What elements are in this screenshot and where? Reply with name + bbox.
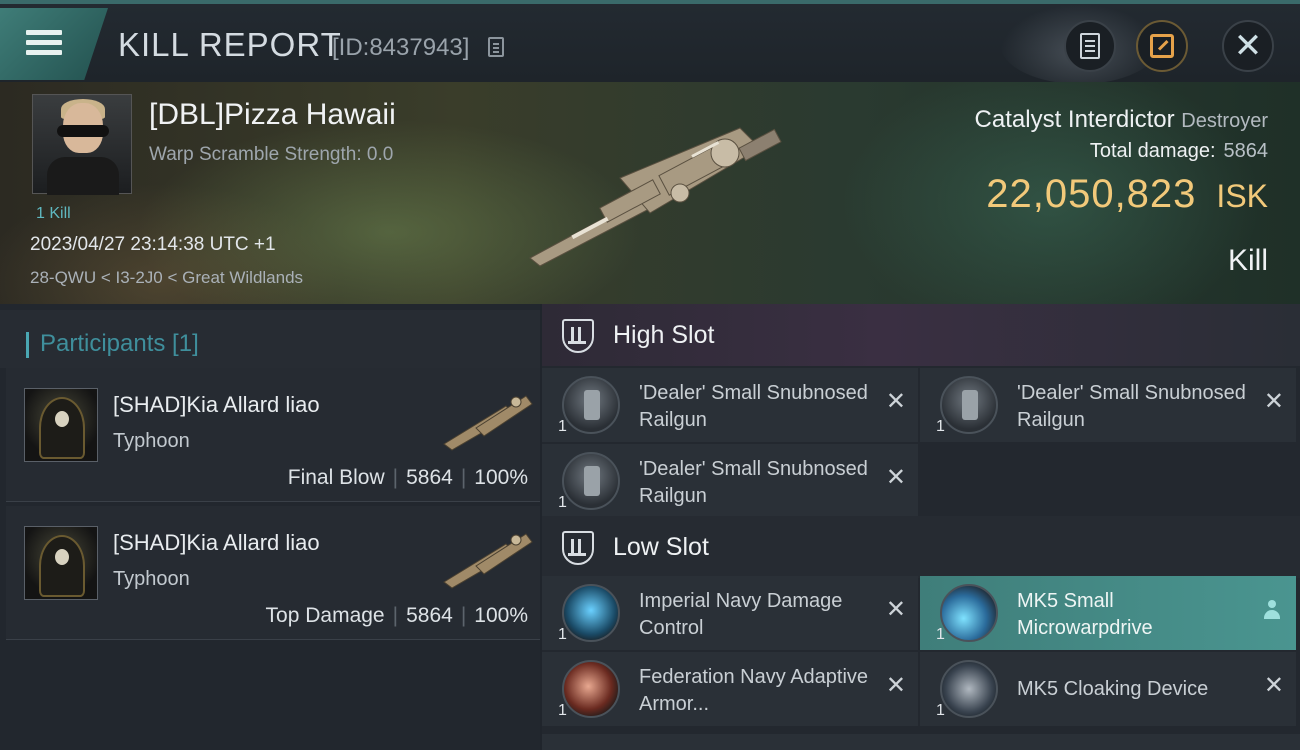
module-name: MK5 Small Microwarpdrive: [1017, 590, 1153, 639]
module-name: Federation Navy Adaptive Armor...: [639, 666, 869, 715]
high-slot-title: High Slot: [613, 321, 715, 349]
typhoon-ship-image: [443, 395, 533, 451]
module-quantity: 1: [558, 494, 567, 511]
railgun-icon: [562, 376, 620, 434]
participant-row[interactable]: [SHAD]Kia Allard liao Typhoon Final Blow…: [6, 368, 540, 502]
report-button[interactable]: [1064, 20, 1116, 72]
close-icon: ✕: [1233, 27, 1263, 65]
close-icon[interactable]: ✕: [886, 390, 906, 414]
kill-result: Kill: [1227, 244, 1268, 277]
section-accent-bar: [26, 332, 29, 358]
railgun-icon: [562, 452, 620, 510]
participants-panel: Participants [1] [SHAD]Kia Allard liao T…: [0, 304, 540, 750]
close-icon[interactable]: ✕: [1264, 674, 1284, 698]
fitting-panel: High Slot 1 'Dealer' Small Snubnosed Rai…: [542, 304, 1300, 750]
participant-damage-percent: 100%: [474, 604, 528, 627]
participant-name: [SHAD]Kia Allard liao: [113, 392, 320, 417]
participant-role: Final Blow: [287, 466, 385, 489]
module-item[interactable]: 1 Federation Navy Adaptive Armor... ✕: [542, 652, 918, 726]
kill-count: 1 Kill: [36, 205, 71, 222]
participant-ship: Typhoon: [113, 568, 190, 590]
module-item[interactable]: 1 Imperial Navy Damage Control ✕: [542, 576, 918, 650]
kill-report-window: KILL REPORT [ID:8437943] ✕ [DBL]Pizza Ha…: [0, 0, 1300, 750]
isk-value: 22,050,823 ISK: [986, 172, 1268, 217]
module-quantity: 1: [558, 626, 567, 643]
isk-amount: 22,050,823: [986, 172, 1197, 216]
module-name: 'Dealer' Small Snubnosed Railgun: [639, 458, 868, 507]
isk-unit: ISK: [1216, 178, 1268, 214]
page-title: KILL REPORT: [118, 26, 342, 63]
close-icon[interactable]: ✕: [886, 466, 906, 490]
participants-title: Participants [1]: [40, 330, 199, 357]
module-item[interactable]: 1 'Dealer' Small Snubnosed Railgun ✕: [542, 368, 918, 442]
participant-avatar[interactable]: [24, 388, 98, 462]
warp-scramble-strength: Warp Scramble Strength: 0.0: [149, 144, 394, 165]
participants-header: Participants [1]: [0, 310, 540, 368]
low-slot-header: Low Slot: [542, 516, 1300, 578]
total-damage-value: 5864: [1223, 140, 1269, 162]
victim-avatar[interactable]: [32, 94, 132, 195]
participant-ship: Typhoon: [113, 430, 190, 452]
participant-damage: 5864: [406, 466, 453, 489]
railgun-icon: [940, 376, 998, 434]
ship-name[interactable]: Catalyst Interdictor Destroyer: [975, 106, 1268, 134]
participant-role: Top Damage: [265, 604, 385, 627]
module-quantity: 1: [936, 702, 945, 719]
module-name: 'Dealer' Small Snubnosed Railgun: [1017, 382, 1246, 431]
document-icon: [1080, 33, 1100, 59]
module-quantity: 1: [936, 418, 945, 435]
low-slot-icon: [562, 531, 594, 565]
module-name: Imperial Navy Damage Control: [639, 590, 843, 639]
microwarpdrive-icon: [940, 584, 998, 642]
victim-name[interactable]: [DBL]Pizza Hawaii: [149, 98, 396, 132]
total-damage: Total damage: 5864: [1090, 140, 1268, 163]
module-item[interactable]: 1 MK5 Cloaking Device ✕: [920, 652, 1296, 726]
menu-icon: [26, 30, 62, 35]
high-slot-header: High Slot: [542, 304, 1300, 366]
close-icon[interactable]: ✕: [886, 674, 906, 698]
total-damage-label: Total damage:: [1089, 140, 1216, 162]
damage-control-icon: [562, 584, 620, 642]
ship-class: Destroyer: [1181, 110, 1268, 132]
participant-name: [SHAD]Kia Allard liao: [113, 530, 320, 555]
module-quantity: 1: [558, 702, 567, 719]
module-quantity: 1: [936, 626, 945, 643]
module-item[interactable]: 1 'Dealer' Small Snubnosed Railgun ✕: [542, 444, 918, 518]
copy-id-icon[interactable]: [488, 37, 504, 57]
participant-damage: 5864: [406, 604, 453, 627]
header-bar: KILL REPORT [ID:8437943] ✕: [0, 0, 1300, 84]
module-quantity: 1: [558, 418, 567, 435]
cloaking-device-icon: [940, 660, 998, 718]
share-icon: [1150, 34, 1174, 58]
close-icon[interactable]: ✕: [886, 598, 906, 622]
participant-avatar[interactable]: [24, 526, 98, 600]
kill-location[interactable]: 28-QWU < I3-2J0 < Great Wildlands: [30, 268, 303, 288]
next-slot-header: [542, 734, 1300, 750]
participant-row[interactable]: [SHAD]Kia Allard liao Typhoon Top Damage…: [6, 506, 540, 640]
destroyer-ship-image: [529, 127, 782, 267]
participant-stats: Top Damage | 5864 | 100%: [265, 604, 528, 627]
participant-damage-percent: 100%: [474, 466, 528, 489]
menu-button[interactable]: [0, 8, 108, 80]
close-button[interactable]: ✕: [1222, 20, 1274, 72]
typhoon-ship-image: [443, 533, 533, 589]
low-slot-title: Low Slot: [613, 533, 709, 561]
victim-banner: [DBL]Pizza Hawaii Warp Scramble Strength…: [0, 82, 1300, 304]
module-item[interactable]: 1 'Dealer' Small Snubnosed Railgun ✕: [920, 368, 1296, 442]
close-icon[interactable]: ✕: [1264, 390, 1284, 414]
kill-datetime: 2023/04/27 23:14:38 UTC +1: [30, 234, 276, 255]
share-button[interactable]: [1136, 20, 1188, 72]
module-name: 'Dealer' Small Snubnosed Railgun: [639, 382, 868, 431]
module-name: MK5 Cloaking Device: [1017, 678, 1209, 700]
report-id: [ID:8437943]: [332, 34, 470, 61]
module-item-selected[interactable]: 1 MK5 Small Microwarpdrive: [920, 576, 1296, 650]
participant-stats: Final Blow | 5864 | 100%: [287, 466, 528, 489]
armor-hardener-icon: [562, 660, 620, 718]
person-icon[interactable]: [1264, 600, 1280, 620]
high-slot-icon: [562, 319, 594, 353]
